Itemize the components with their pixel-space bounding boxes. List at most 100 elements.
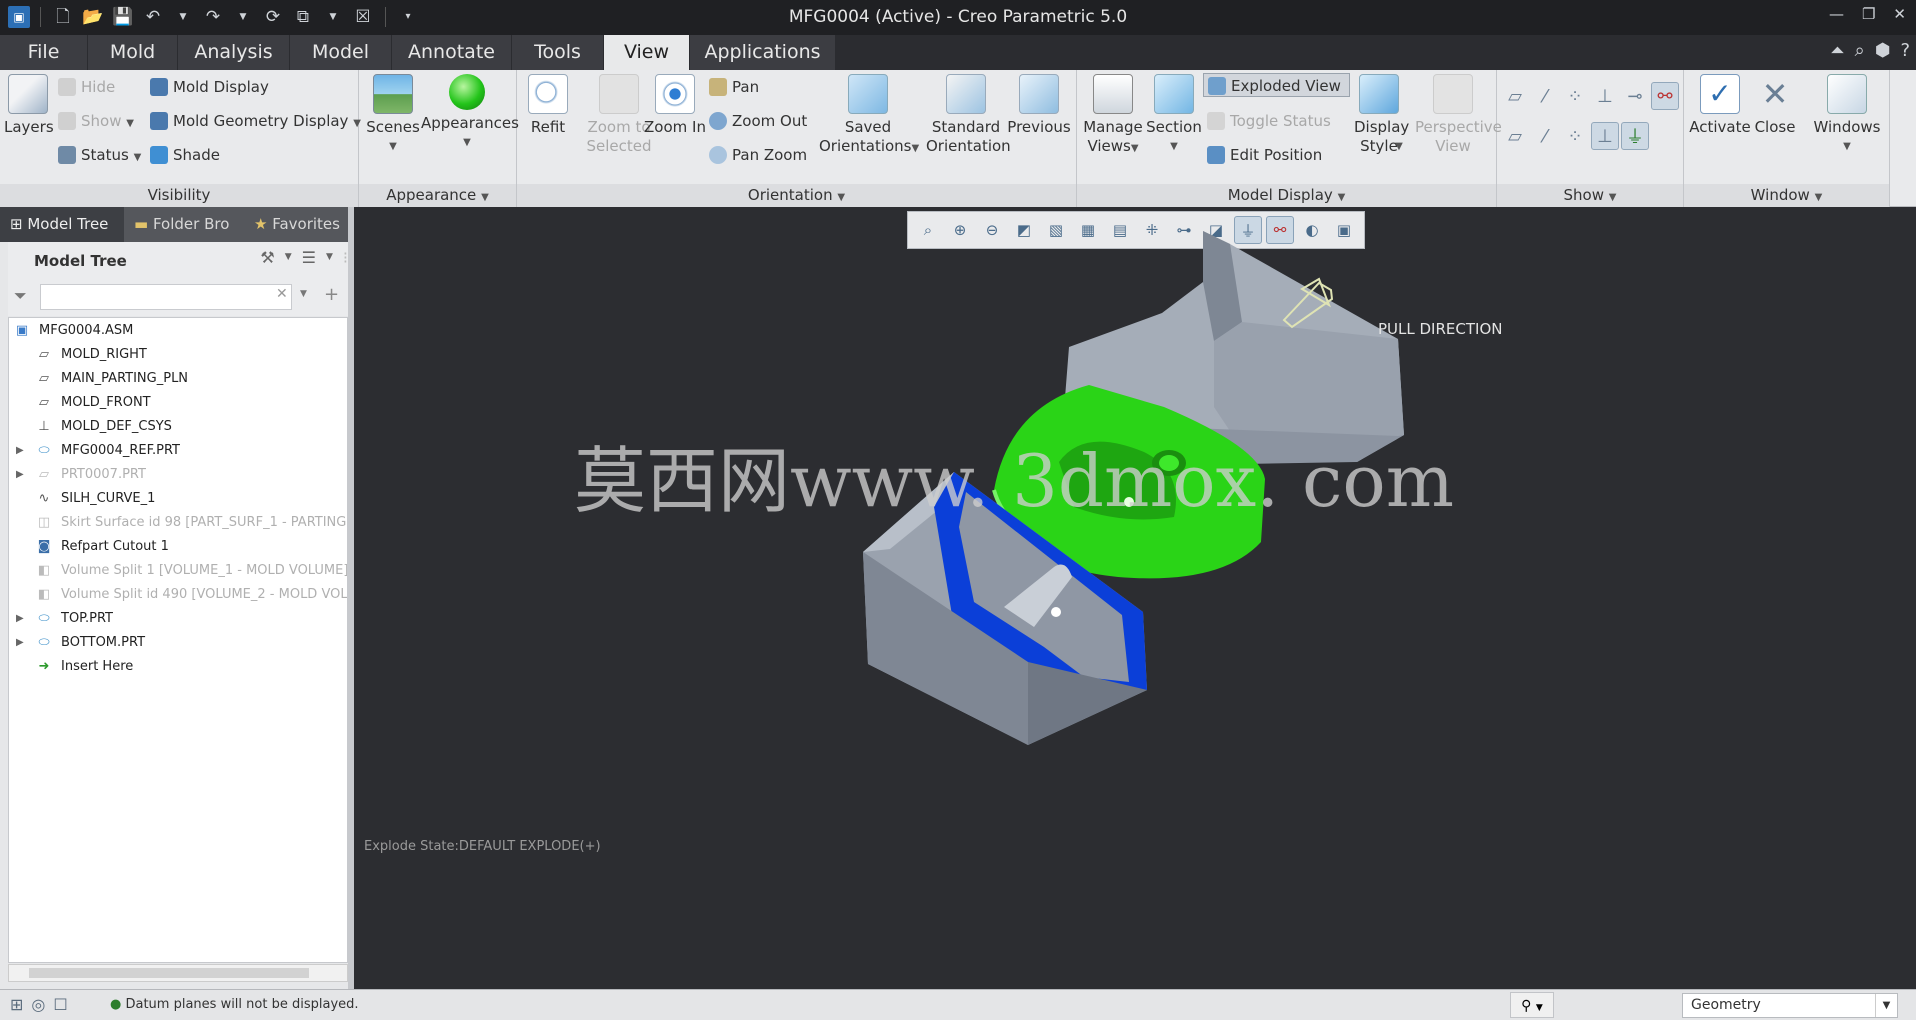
plane-tag-display-icon[interactable]: ▱: [1501, 122, 1529, 150]
orientation-group-dropdown-icon[interactable]: ▼: [837, 192, 845, 203]
collapse-ribbon-icon[interactable]: ⏶: [1830, 40, 1844, 61]
show-dropdown-icon[interactable]: ▼: [126, 118, 134, 129]
csys-display-icon[interactable]: ⊥: [1591, 82, 1619, 110]
plane-display-icon[interactable]: ▱: [1501, 82, 1529, 110]
pan-button[interactable]: Pan: [709, 75, 759, 99]
tab-file[interactable]: File: [0, 35, 88, 70]
tab-view[interactable]: View: [604, 35, 690, 70]
expand-arrow-icon[interactable]: ▶: [16, 463, 24, 487]
add-filter-icon[interactable]: +: [324, 284, 339, 305]
windows-dropdown-icon[interactable]: ▼: [1812, 137, 1882, 156]
toggle-browser-icon[interactable]: ◎: [31, 995, 45, 1014]
edit-position-button[interactable]: Edit Position: [1207, 143, 1322, 167]
tab-tools[interactable]: Tools: [512, 35, 604, 70]
tab-folder-browser[interactable]: ▬ Folder Bro: [124, 207, 242, 242]
refit-button[interactable]: Refit: [523, 74, 573, 137]
find-button[interactable]: ⚲ ▼: [1510, 992, 1554, 1018]
hide-button[interactable]: Hide: [58, 75, 115, 99]
tree-search-input[interactable]: [40, 284, 292, 310]
manage-views-button[interactable]: Manage Views▼: [1081, 74, 1145, 158]
manage-views-dropdown-icon[interactable]: ▼: [1131, 143, 1139, 154]
pan-zoom-button[interactable]: Pan Zoom: [709, 143, 807, 167]
tree-item-datum-plane[interactable]: ▱ MOLD_FRONT: [9, 391, 347, 415]
expand-arrow-icon[interactable]: ▶: [16, 607, 24, 631]
standard-orientation-button[interactable]: Standard Orientation: [919, 74, 1013, 156]
tree-item-csys[interactable]: ⊥ MOLD_DEF_CSYS: [9, 415, 347, 439]
tab-applications[interactable]: Applications: [690, 35, 836, 70]
toggle-navigator-icon[interactable]: ⊞: [10, 995, 23, 1014]
close-icon[interactable]: ✕: [1893, 5, 1906, 23]
tree-columns-icon[interactable]: ☰: [302, 248, 316, 267]
tree-horizontal-scrollbar[interactable]: [8, 964, 348, 982]
scrollbar-thumb[interactable]: [29, 968, 309, 978]
tree-item-refpart-cutout[interactable]: ◙ Refpart Cutout 1: [9, 535, 347, 559]
tree-settings-icon[interactable]: ⚒: [260, 248, 274, 267]
restore-icon[interactable]: ❐: [1862, 5, 1875, 23]
exploded-mold-model[interactable]: [354, 207, 1916, 989]
community-icon[interactable]: ⬢: [1875, 40, 1891, 61]
tree-settings-dropdown-icon[interactable]: ▼: [285, 248, 292, 267]
status-button[interactable]: Status ▼: [58, 143, 141, 167]
mold-display-button[interactable]: Mold Display: [150, 75, 269, 99]
axis-tag-display-icon[interactable]: ⁄: [1531, 122, 1559, 150]
tree-item-bottom-part[interactable]: ▶ ⬭ BOTTOM.PRT: [9, 631, 347, 655]
selection-filter-select[interactable]: Geometry ▼: [1682, 993, 1898, 1018]
tab-model[interactable]: Model: [290, 35, 392, 70]
search-icon[interactable]: ⌕: [1855, 40, 1865, 61]
tree-item-curve[interactable]: ∿ SILH_CURVE_1: [9, 487, 347, 511]
perspective-view-button[interactable]: Perspective View: [1411, 74, 1502, 156]
expand-arrow-icon[interactable]: ▶: [16, 439, 24, 463]
tree-item-volume-split[interactable]: ◧ Volume Split 1 [VOLUME_1 - MOLD VOLUME]: [9, 559, 347, 583]
toggle-status-button[interactable]: Toggle Status: [1207, 109, 1331, 133]
axis-display-icon[interactable]: ⁄: [1531, 82, 1559, 110]
point-display-icon[interactable]: ⁘: [1561, 82, 1589, 110]
annotation-display-icon[interactable]: ⚯: [1651, 82, 1679, 110]
mold-geometry-display-button[interactable]: Mold Geometry Display ▼: [150, 109, 361, 133]
tree-item-ref-part[interactable]: ▶ ⬭ MFG0004_REF.PRT: [9, 439, 347, 463]
point-tag-display-icon[interactable]: ⁘: [1561, 122, 1589, 150]
zoom-in-button[interactable]: Zoom In: [639, 74, 711, 137]
expand-arrow-icon[interactable]: ▶: [16, 631, 24, 655]
previous-button[interactable]: Previous: [1007, 74, 1071, 137]
saved-orientations-button[interactable]: Saved Orientations▼: [819, 74, 919, 158]
tree-item-datum-plane[interactable]: ▱ MOLD_RIGHT: [9, 343, 347, 367]
status-dropdown-icon[interactable]: ▼: [134, 152, 142, 163]
spin-center-icon[interactable]: ⊸: [1621, 82, 1649, 110]
filter-dropdown-icon[interactable]: ▼: [300, 289, 307, 299]
tab-mold[interactable]: Mold: [88, 35, 178, 70]
scenes-dropdown-icon[interactable]: ▼: [365, 137, 421, 156]
section-dropdown-icon[interactable]: ▼: [1145, 137, 1203, 156]
window-group-dropdown-icon[interactable]: ▼: [1815, 192, 1823, 203]
appearance-group-dropdown-icon[interactable]: ▼: [481, 192, 489, 203]
model-display-group-dropdown-icon[interactable]: ▼: [1338, 192, 1346, 203]
graphics-viewport[interactable]: ⌕ ⊕ ⊖ ◩ ▧ ▦ ▤ ⁜ ⊶ ◪ ⏚ ⚯ ◐ ▣ PULL DIRECTI…: [354, 207, 1916, 989]
appearances-button[interactable]: Appearances ▼: [421, 74, 519, 152]
help-icon[interactable]: ?: [1900, 40, 1910, 61]
find-dropdown-icon[interactable]: ▼: [1536, 1003, 1543, 1013]
show-group-dropdown-icon[interactable]: ▼: [1609, 192, 1617, 203]
scenes-button[interactable]: Scenes ▼: [365, 74, 421, 156]
selection-filter-dropdown-icon[interactable]: ▼: [1875, 994, 1897, 1017]
tree-item-workpiece[interactable]: ▶ ▱ PRT0007.PRT: [9, 463, 347, 487]
tab-analysis[interactable]: Analysis: [178, 35, 290, 70]
display-style-button[interactable]: Display Style ▼: [1347, 74, 1411, 156]
exploded-view-button[interactable]: Exploded View: [1203, 73, 1350, 97]
show-button[interactable]: Show ▼: [58, 109, 134, 133]
tab-model-tree[interactable]: ⊞ Model Tree: [0, 207, 124, 242]
tree-item-top-part[interactable]: ▶ ⬭ TOP.PRT: [9, 607, 347, 631]
full-screen-icon[interactable]: ☐: [53, 995, 67, 1014]
section-button[interactable]: Section ▼: [1145, 74, 1203, 156]
shade-button[interactable]: Shade: [150, 143, 220, 167]
filter-funnel-icon[interactable]: ⏷: [14, 286, 27, 306]
tree-item-insert-here[interactable]: ➜ Insert Here: [9, 655, 347, 679]
appearances-dropdown-icon[interactable]: ▼: [421, 133, 513, 152]
tree-item-datum-plane[interactable]: ▱ MAIN_PARTING_PLN: [9, 367, 347, 391]
csys-tag-display-icon[interactable]: ⊥: [1591, 122, 1619, 150]
tree-item-skirt-surface[interactable]: ◫ Skirt Surface id 98 [PART_SURF_1 - PART…: [9, 511, 347, 535]
tab-annotate[interactable]: Annotate: [392, 35, 512, 70]
layers-button[interactable]: Layers: [4, 74, 54, 137]
zoom-out-button[interactable]: Zoom Out: [709, 109, 807, 133]
tab-favorites[interactable]: ★ Favorites: [244, 207, 354, 242]
3d-notes-display-icon[interactable]: ⏚: [1621, 122, 1649, 150]
tree-columns-dropdown-icon[interactable]: ▼: [326, 248, 333, 267]
